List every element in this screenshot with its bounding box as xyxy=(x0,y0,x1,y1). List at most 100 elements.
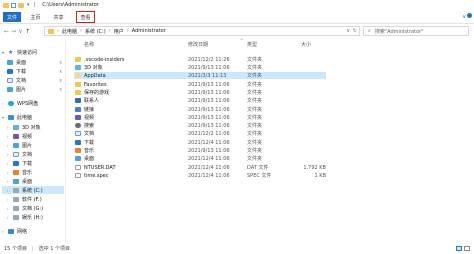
file-row[interactable]: AppData 2021/3/3 11:13 文件夹 xyxy=(74,72,326,79)
chevron-down-icon[interactable]: ▾ xyxy=(2,115,5,120)
item-count: 15 个项目 xyxy=(4,246,27,252)
file-row[interactable]: 保存的游戏 2021/9/13 11:06 文件夹 xyxy=(74,89,326,96)
sidebar-item-downloads-pc[interactable]: › 下载 xyxy=(7,159,64,167)
search-input[interactable]: ⌕ 搜索"Administrator" xyxy=(363,26,469,36)
chevron-right-icon[interactable]: › xyxy=(7,188,10,193)
sidebar-item-label: 桌面 xyxy=(16,59,27,66)
column-header-size[interactable]: 大小 xyxy=(301,41,311,48)
sidebar-item-drive-f[interactable]: › 软件 (F:) xyxy=(7,195,64,203)
chevron-right-icon[interactable]: › xyxy=(7,143,10,148)
sidebar-item-documents[interactable]: 文档 ⊼ xyxy=(7,76,64,84)
forward-button[interactable]: → xyxy=(10,28,17,35)
sidebar-item-pictures-pc[interactable]: › 图片 xyxy=(7,141,64,149)
ribbon-collapse-button[interactable]: ∨ xyxy=(462,14,466,20)
properties-icon[interactable] xyxy=(11,2,16,8)
sidebar-item-3d-objects[interactable]: › 3D 对象 xyxy=(7,123,64,131)
file-row[interactable]: time.spec 2021/12/4 11:06 SPEC 文件 1 KB xyxy=(74,172,326,179)
breadcrumb-users[interactable]: 用户 xyxy=(114,28,124,35)
sidebar-item-quick-access[interactable]: ▾ ★ 快速访问 xyxy=(2,48,64,56)
chevron-right-icon[interactable]: › xyxy=(7,197,10,202)
chevron-right-icon[interactable]: › xyxy=(7,206,10,211)
column-header-name[interactable]: 名称 xyxy=(84,41,94,48)
up-button[interactable]: ↑ xyxy=(24,28,31,35)
breadcrumb-administrator[interactable]: Administrator xyxy=(132,28,166,34)
sidebar-item-drive-c[interactable]: › 系统 (C:) xyxy=(2,186,64,194)
tab-home[interactable]: 主页 xyxy=(28,12,43,22)
file-row[interactable]: 搜索 2021/9/13 11:06 文件夹 xyxy=(74,122,326,129)
file-row[interactable]: .vscode-insiders 2021/12/2 11:26 文件夹 xyxy=(74,56,326,63)
sidebar-item-desktop-pc[interactable]: › 桌面 xyxy=(7,177,64,185)
title-separator: | xyxy=(33,2,36,8)
new-folder-icon[interactable] xyxy=(18,2,24,8)
file-type: 文件夹 xyxy=(247,123,263,129)
chevron-right-icon[interactable]: › xyxy=(2,101,5,106)
column-header-type[interactable]: 类型 xyxy=(247,41,257,48)
chevron-down-icon[interactable]: ▾ xyxy=(2,50,5,55)
column-header-date[interactable]: 修改日期 xyxy=(188,41,208,48)
chevron-right-icon[interactable]: › xyxy=(7,170,10,175)
file-date: 2021/9/13 11:06 xyxy=(188,114,230,121)
file-size: 1 KB xyxy=(314,172,326,179)
file-row[interactable]: 链接 2021/9/13 11:06 文件夹 xyxy=(74,106,326,113)
file-date: 2021/12/4 11:06 xyxy=(188,172,230,179)
breadcrumb-separator[interactable]: › xyxy=(127,28,129,34)
recent-locations-button[interactable]: ∨ xyxy=(17,28,24,35)
file-row[interactable]: 视频 2021/9/13 11:06 文件夹 xyxy=(74,114,326,121)
sidebar-item-wps-cloud[interactable]: › WPS网盘 xyxy=(2,99,64,107)
file-row[interactable]: 3D 对象 2021/9/13 11:06 文件夹 xyxy=(74,64,326,71)
breadcrumb-system-c[interactable]: 系统 (C:) xyxy=(85,28,106,35)
pin-icon: ⊼ xyxy=(59,86,62,92)
folder-icon xyxy=(75,82,81,87)
large-icons-view-icon[interactable] xyxy=(464,246,470,251)
sidebar-item-pictures[interactable]: 图片 ⊼ xyxy=(7,85,64,93)
help-icon[interactable] xyxy=(467,13,472,18)
3d-objects-icon xyxy=(75,65,81,70)
drive-icon xyxy=(13,205,19,211)
breadcrumb-separator[interactable]: › xyxy=(80,28,82,34)
sidebar-item-label: 系统 (C:) xyxy=(22,187,43,194)
address-dropdown-button[interactable]: ∨ xyxy=(346,28,350,34)
file-date: 2021/12/2 11:06 xyxy=(188,130,230,137)
sidebar-item-desktop[interactable]: 桌面 ⊼ xyxy=(7,58,64,66)
quick-access-customize[interactable]: ▾ xyxy=(26,2,31,8)
chevron-right-icon[interactable]: › xyxy=(7,125,10,130)
file-row[interactable]: 文档 2021/12/2 11:06 文件夹 xyxy=(74,130,326,137)
tab-file[interactable]: 文件 xyxy=(3,12,21,22)
chevron-right-icon[interactable]: › xyxy=(7,215,10,220)
sidebar-item-music[interactable]: › 音乐 xyxy=(7,168,64,176)
breadcrumb-this-pc[interactable]: 此电脑 xyxy=(62,28,77,35)
sidebar-item-label: 下载 xyxy=(16,68,27,75)
chevron-right-icon[interactable]: › xyxy=(7,161,10,166)
breadcrumb-separator[interactable]: › xyxy=(109,28,111,34)
sidebar-item-drive-g[interactable]: › 文档 (G:) xyxy=(7,204,64,212)
chevron-right-icon[interactable]: › xyxy=(7,134,10,139)
sidebar-item-drive-h[interactable]: › 娱乐 (H:) xyxy=(7,213,64,221)
sidebar-item-network[interactable]: › 网络 xyxy=(2,227,64,235)
details-view-icon[interactable] xyxy=(456,246,462,251)
sidebar-item-label: 网络 xyxy=(17,228,28,235)
file-row[interactable]: 联系人 2021/9/13 11:06 文件夹 xyxy=(74,97,326,104)
chevron-right-icon[interactable]: › xyxy=(7,179,10,184)
file-icon xyxy=(75,165,81,170)
music-icon xyxy=(13,169,19,175)
refresh-button[interactable]: ↻ xyxy=(353,28,357,34)
file-row[interactable]: 音乐 2021/9/13 11:06 文件夹 xyxy=(74,147,326,154)
sidebar-item-downloads[interactable]: 下载 ⊼ xyxy=(7,67,64,75)
tab-view[interactable]: 查看 xyxy=(76,11,95,23)
file-date: 2021/12/4 11:06 xyxy=(188,164,230,171)
sidebar-item-videos[interactable]: › 视频 xyxy=(7,132,64,140)
tab-share[interactable]: 共享 xyxy=(51,12,66,22)
back-button[interactable]: ← xyxy=(3,28,10,35)
file-row[interactable]: 桌面 2021/12/4 11:06 文件夹 xyxy=(74,155,326,162)
sidebar-item-documents-pc[interactable]: › 文档 xyxy=(7,150,64,158)
computer-icon xyxy=(8,114,14,120)
breadcrumb-separator: › xyxy=(57,28,59,34)
sidebar-item-this-pc[interactable]: ▾ 此电脑 xyxy=(2,113,64,121)
file-name: 下载 xyxy=(84,140,95,146)
file-row[interactable]: Favorites 2021/9/13 11:06 文件夹 xyxy=(74,81,326,88)
address-bar[interactable]: › 此电脑 › 系统 (C:) › 用户 › Administrator ∨ ↻ xyxy=(44,26,360,36)
file-row[interactable]: NTUSER.DAT 2021/12/4 11:06 DAT 文件 1,792 … xyxy=(74,164,326,171)
chevron-right-icon[interactable]: › xyxy=(7,152,10,157)
file-row[interactable]: 下载 2021/12/4 11:06 文件夹 xyxy=(74,139,326,146)
chevron-right-icon[interactable]: › xyxy=(2,229,5,234)
